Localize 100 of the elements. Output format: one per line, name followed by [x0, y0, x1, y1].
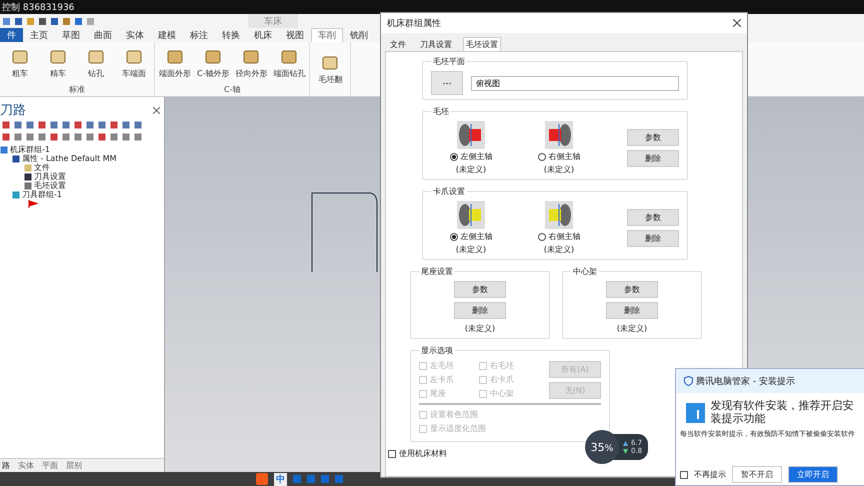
menu-tab[interactable]: 机床 [247, 28, 279, 42]
panel-tab[interactable]: 层别 [66, 460, 82, 471]
checkbox-label: 右卡爪 [490, 374, 514, 385]
dots-icon [443, 82, 451, 84]
menu-tab[interactable]: 转换 [215, 28, 247, 42]
checkbox-label: 尾座 [430, 388, 446, 399]
tree-item[interactable]: 文件 [34, 162, 50, 173]
panel-title: 刀路 [0, 102, 26, 119]
notification-button[interactable]: 立即开启 [788, 466, 838, 483]
menu-tab[interactable]: 实体 [119, 28, 151, 42]
checkbox-label: 左毛坯 [430, 360, 454, 371]
checkbox-label: 使用机床材料 [399, 448, 447, 459]
panel-tab[interactable]: 平面 [42, 460, 58, 471]
ribbon-button[interactable]: 毛坯翻 [314, 54, 346, 84]
ribbon-button[interactable]: C-轴外形 [197, 48, 230, 78]
checkbox-label: 左卡爪 [430, 374, 454, 385]
status-text: (未定义) [464, 323, 496, 334]
group-label: 毛坯平面 [432, 56, 466, 67]
dialog-button[interactable]: 参数 [627, 209, 679, 226]
radio-button[interactable] [450, 152, 458, 160]
tree-item[interactable]: 刀具群组-1 [22, 189, 62, 200]
up-arrow-icon [623, 440, 628, 446]
menu-tab[interactable]: 车削 [311, 28, 343, 42]
checkbox[interactable] [680, 470, 688, 478]
chuck-spindle-drawing [457, 201, 485, 229]
window-title: 控制 836831936 [2, 2, 74, 14]
tree-item[interactable]: 属性 - Lathe Default MM [22, 153, 117, 164]
radio-label: 左侧主轴 [460, 151, 492, 162]
notification-headline: 发现有软件安装，推荐开启安装提示功能 [710, 399, 855, 425]
close-icon[interactable] [153, 106, 160, 114]
menu-tab[interactable]: 件 [0, 28, 23, 42]
menu-tab[interactable]: 建模 [151, 28, 183, 42]
dialog-button[interactable]: 删除 [606, 302, 658, 319]
status-text: (未定义) [616, 323, 648, 334]
stock-spindle-drawing [545, 121, 573, 149]
checkbox-label: 设置着色范围 [430, 409, 478, 420]
panel-tab[interactable]: 路 [2, 460, 10, 471]
notification-title: 腾讯电脑管家 - 安装提示 [696, 376, 795, 388]
notification-button[interactable]: 暂不开启 [732, 466, 782, 483]
status-text: (未定义) [544, 164, 574, 175]
dialog-title: 机床群组属性 [387, 18, 441, 30]
group-label: 尾座设置 [420, 266, 454, 277]
group-label: 显示选项 [420, 345, 454, 356]
info-folder-icon [686, 401, 705, 423]
checkbox[interactable] [388, 450, 396, 458]
ribbon-button[interactable]: 车端面 [118, 48, 150, 78]
dialog-button[interactable]: 参数 [454, 281, 506, 298]
checkbox-label: 不再提示 [694, 469, 726, 480]
ribbon-group-label: 标准 [68, 84, 86, 96]
menu-tab[interactable]: 标注 [183, 28, 215, 42]
ribbon-button[interactable]: 端面钻孔 [273, 48, 306, 78]
radio-label: 左侧主轴 [460, 231, 492, 242]
ribbon-group-label: C-轴 [223, 84, 242, 96]
ime-logo-icon [256, 473, 268, 485]
plane-field[interactable]: 俯视图 [471, 76, 679, 90]
checkbox-label: 右毛坯 [490, 360, 514, 371]
status-text: (未定义) [544, 244, 574, 255]
ime-mode: 中 [274, 472, 287, 486]
group-label: 毛坯 [432, 106, 450, 117]
menu-tab[interactable]: 主页 [23, 28, 55, 42]
dialog-button[interactable]: 删除 [627, 150, 679, 167]
tree-item[interactable]: 毛坯设置 [34, 180, 66, 191]
shield-icon [684, 376, 693, 386]
cpu-percent: 35% [590, 440, 614, 454]
menu-tab[interactable]: 草图 [55, 28, 87, 42]
panel-tab[interactable]: 实体 [18, 460, 34, 471]
tree-item[interactable]: 刀具设置 [34, 171, 66, 182]
dialog-button[interactable]: 删除 [454, 302, 506, 319]
radio-button[interactable] [450, 232, 458, 240]
ribbon-button[interactable]: 径向外形 [235, 48, 268, 78]
close-icon[interactable] [733, 19, 741, 27]
ribbon-button[interactable]: 钻孔 [80, 48, 112, 78]
radio-label: 右侧主轴 [548, 231, 580, 242]
group-label: 中心架 [572, 266, 598, 277]
radio-button[interactable] [538, 232, 546, 240]
menu-tab[interactable]: 视图 [279, 28, 311, 42]
stock-spindle-drawing [457, 121, 485, 149]
flag-icon [28, 200, 38, 208]
ribbon-button[interactable]: 精车 [42, 48, 74, 78]
context-tab-header: 车床 [248, 14, 298, 28]
checkbox-label: 显示适度化范围 [430, 423, 486, 434]
tree-item[interactable]: 机床群组-1 [10, 144, 50, 155]
chuck-spindle-drawing [545, 201, 573, 229]
radio-button[interactable] [538, 152, 546, 160]
ribbon-button[interactable]: 粗车 [4, 48, 36, 78]
radio-label: 右侧主轴 [548, 151, 580, 162]
down-arrow-icon [623, 448, 628, 454]
menu-tab[interactable]: 曲面 [87, 28, 119, 42]
status-text: (未定义) [456, 244, 486, 255]
dialog-button[interactable]: 删除 [627, 230, 679, 247]
dialog-button[interactable]: 参数 [606, 281, 658, 298]
menu-tab[interactable]: 铣削 [343, 28, 375, 42]
group-label: 卡爪设置 [432, 186, 466, 197]
checkbox-label: 中心架 [490, 388, 514, 399]
status-text: (未定义) [456, 164, 486, 175]
dialog-tab[interactable]: 刀具设置 [417, 37, 455, 51]
dialog-button[interactable]: 参数 [627, 129, 679, 146]
dialog-tab[interactable]: 毛坯设置 [463, 37, 501, 51]
dialog-tab[interactable]: 文件 [387, 37, 409, 51]
ribbon-button[interactable]: 端面外形 [159, 48, 191, 78]
